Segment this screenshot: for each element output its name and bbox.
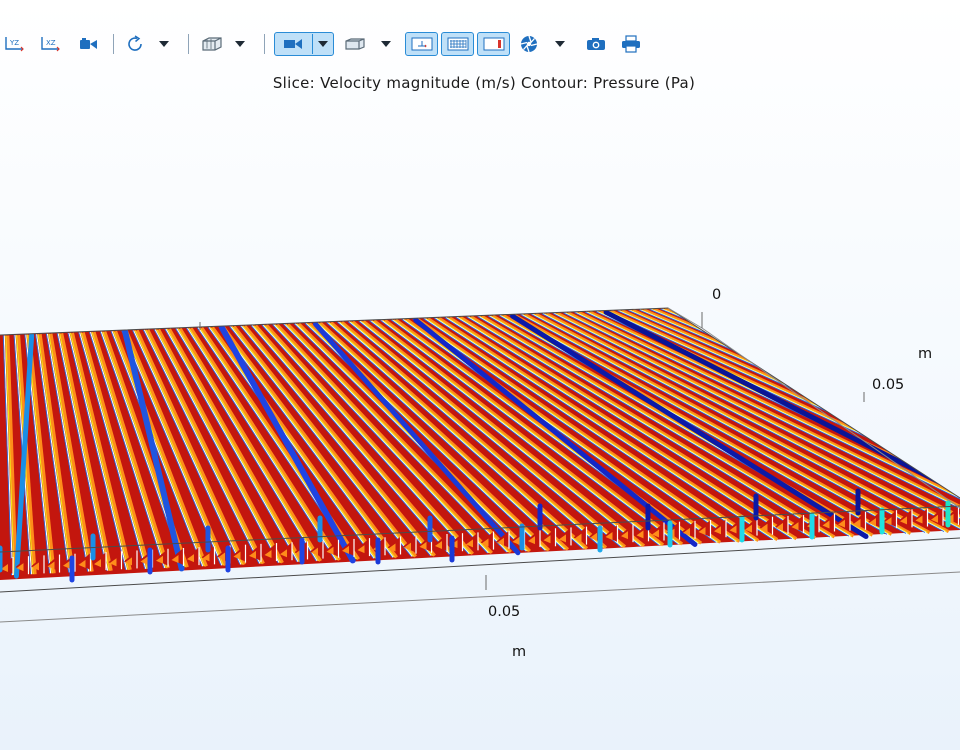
y-axis-tick-1: 0.05 [872,377,904,393]
x-axis-unit: m [512,644,526,660]
graphics-window: YZ XZ Slice: Velocity magnitude (m/s) Co… [0,0,960,750]
y-axis-unit: m [918,346,932,362]
y-axis-tick-0: 0 [712,287,721,303]
x-axis-tick-1: 0.05 [488,604,520,620]
3d-viewport[interactable]: 0 m 0.05 0.05 m [0,0,960,750]
